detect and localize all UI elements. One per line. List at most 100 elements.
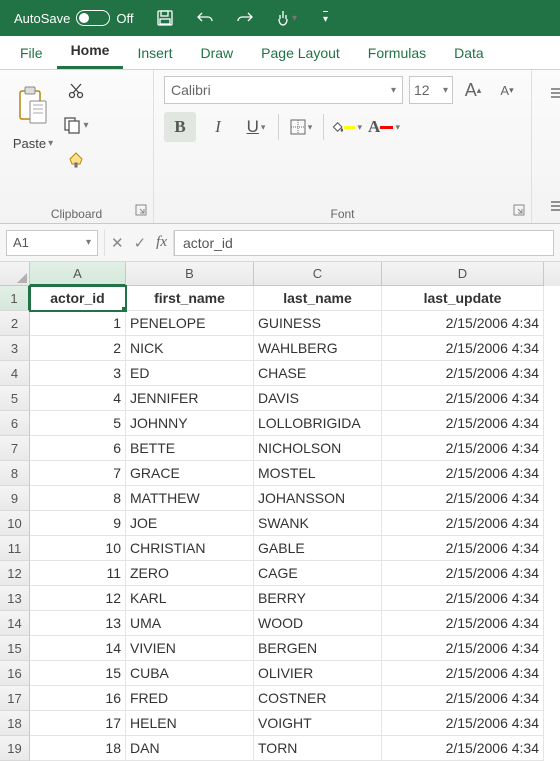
cell[interactable]: 2/15/2006 4:34 — [382, 511, 544, 536]
cell[interactable]: BETTE — [126, 436, 254, 461]
cell[interactable]: SWANK — [254, 511, 382, 536]
cell[interactable]: JOHANSSON — [254, 486, 382, 511]
cell[interactable]: 2/15/2006 4:34 — [382, 636, 544, 661]
align-middle-button[interactable] — [542, 191, 560, 221]
save-icon[interactable] — [151, 4, 179, 32]
tab-file[interactable]: File — [6, 37, 57, 69]
select-all-corner[interactable] — [0, 262, 30, 286]
row-header[interactable]: 4 — [0, 361, 30, 386]
cell[interactable]: NICK — [126, 336, 254, 361]
cell[interactable]: COSTNER — [254, 686, 382, 711]
cell[interactable]: 13 — [30, 611, 126, 636]
copy-button[interactable]: ▾ — [62, 112, 90, 138]
cell[interactable]: 2/15/2006 4:34 — [382, 586, 544, 611]
cell[interactable]: 18 — [30, 736, 126, 761]
row-header[interactable]: 12 — [0, 561, 30, 586]
row-header[interactable]: 2 — [0, 311, 30, 336]
cell[interactable]: MATTHEW — [126, 486, 254, 511]
cell[interactable]: first_name — [126, 286, 254, 311]
shrink-font-button[interactable]: A▾ — [493, 76, 521, 104]
cell[interactable]: 2/15/2006 4:34 — [382, 311, 544, 336]
cell[interactable]: ED — [126, 361, 254, 386]
italic-button[interactable]: I — [202, 112, 234, 142]
row-header[interactable]: 1 — [0, 286, 30, 311]
cell[interactable]: 2/15/2006 4:34 — [382, 661, 544, 686]
cell[interactable]: KARL — [126, 586, 254, 611]
col-header-c[interactable]: C — [254, 262, 382, 286]
grow-font-button[interactable]: A▴ — [459, 76, 487, 104]
fill-color-button[interactable]: ▾ — [330, 112, 362, 142]
cell[interactable]: MOSTEL — [254, 461, 382, 486]
redo-icon[interactable] — [231, 4, 259, 32]
fx-icon[interactable]: fx — [156, 234, 167, 251]
tab-insert[interactable]: Insert — [123, 37, 186, 69]
borders-button[interactable]: ▾ — [285, 112, 317, 142]
cell[interactable]: CHASE — [254, 361, 382, 386]
cell[interactable]: 16 — [30, 686, 126, 711]
paste-button[interactable] — [10, 76, 56, 134]
cell[interactable]: GABLE — [254, 536, 382, 561]
row-header[interactable]: 18 — [0, 711, 30, 736]
cell[interactable]: UMA — [126, 611, 254, 636]
cell[interactable]: 12 — [30, 586, 126, 611]
cell[interactable]: LOLLOBRIGIDA — [254, 411, 382, 436]
cell[interactable]: 17 — [30, 711, 126, 736]
row-header[interactable]: 10 — [0, 511, 30, 536]
row-header[interactable]: 9 — [0, 486, 30, 511]
cell[interactable]: GRACE — [126, 461, 254, 486]
col-header-a[interactable]: A — [30, 262, 126, 286]
cell[interactable]: BERGEN — [254, 636, 382, 661]
row-header[interactable]: 17 — [0, 686, 30, 711]
cell[interactable]: 11 — [30, 561, 126, 586]
cell[interactable]: 2 — [30, 336, 126, 361]
tab-home[interactable]: Home — [57, 34, 124, 69]
cell[interactable]: 2/15/2006 4:34 — [382, 536, 544, 561]
cell[interactable]: last_update — [382, 286, 544, 311]
cell[interactable]: PENELOPE — [126, 311, 254, 336]
tab-data[interactable]: Data — [440, 37, 498, 69]
align-top-button[interactable] — [542, 80, 560, 110]
row-header[interactable]: 3 — [0, 336, 30, 361]
paste-dropdown[interactable]: Paste ▾ — [13, 136, 53, 151]
cell[interactable]: VOIGHT — [254, 711, 382, 736]
cell[interactable]: OLIVIER — [254, 661, 382, 686]
cell[interactable]: TORN — [254, 736, 382, 761]
cell[interactable]: 4 — [30, 386, 126, 411]
cell[interactable]: 2/15/2006 4:34 — [382, 411, 544, 436]
row-header[interactable]: 7 — [0, 436, 30, 461]
cell[interactable]: BERRY — [254, 586, 382, 611]
dialog-launcher-icon[interactable] — [513, 204, 525, 219]
row-header[interactable]: 11 — [0, 536, 30, 561]
cell[interactable]: WAHLBERG — [254, 336, 382, 361]
enter-icon[interactable]: ✓ — [134, 234, 147, 252]
cell[interactable]: 14 — [30, 636, 126, 661]
cell[interactable]: 2/15/2006 4:34 — [382, 711, 544, 736]
tab-page-layout[interactable]: Page Layout — [247, 37, 354, 69]
cell[interactable]: last_name — [254, 286, 382, 311]
row-header[interactable]: 8 — [0, 461, 30, 486]
cell[interactable]: DAVIS — [254, 386, 382, 411]
format-painter-button[interactable] — [62, 146, 90, 172]
formula-input[interactable]: actor_id — [174, 230, 554, 256]
dialog-launcher-icon[interactable] — [135, 204, 147, 219]
cell[interactable]: CAGE — [254, 561, 382, 586]
font-name-select[interactable]: Calibri ▾ — [164, 76, 403, 104]
cell[interactable]: VIVIEN — [126, 636, 254, 661]
cell[interactable]: CUBA — [126, 661, 254, 686]
cell[interactable]: WOOD — [254, 611, 382, 636]
cell[interactable]: NICHOLSON — [254, 436, 382, 461]
row-header[interactable]: 6 — [0, 411, 30, 436]
tab-draw[interactable]: Draw — [186, 37, 247, 69]
cell[interactable]: 2/15/2006 4:34 — [382, 486, 544, 511]
cell[interactable]: 2/15/2006 4:34 — [382, 736, 544, 761]
row-header[interactable]: 16 — [0, 661, 30, 686]
tab-formulas[interactable]: Formulas — [354, 37, 440, 69]
cell[interactable]: 2/15/2006 4:34 — [382, 386, 544, 411]
cell[interactable]: actor_id — [30, 286, 126, 311]
touch-mode-icon[interactable]: ▾ — [271, 4, 299, 32]
cell[interactable]: 7 — [30, 461, 126, 486]
cancel-icon[interactable]: ✕ — [111, 234, 124, 252]
cell[interactable]: 2/15/2006 4:34 — [382, 361, 544, 386]
cell[interactable]: 8 — [30, 486, 126, 511]
autosave-toggle[interactable]: AutoSave Off — [8, 8, 139, 28]
